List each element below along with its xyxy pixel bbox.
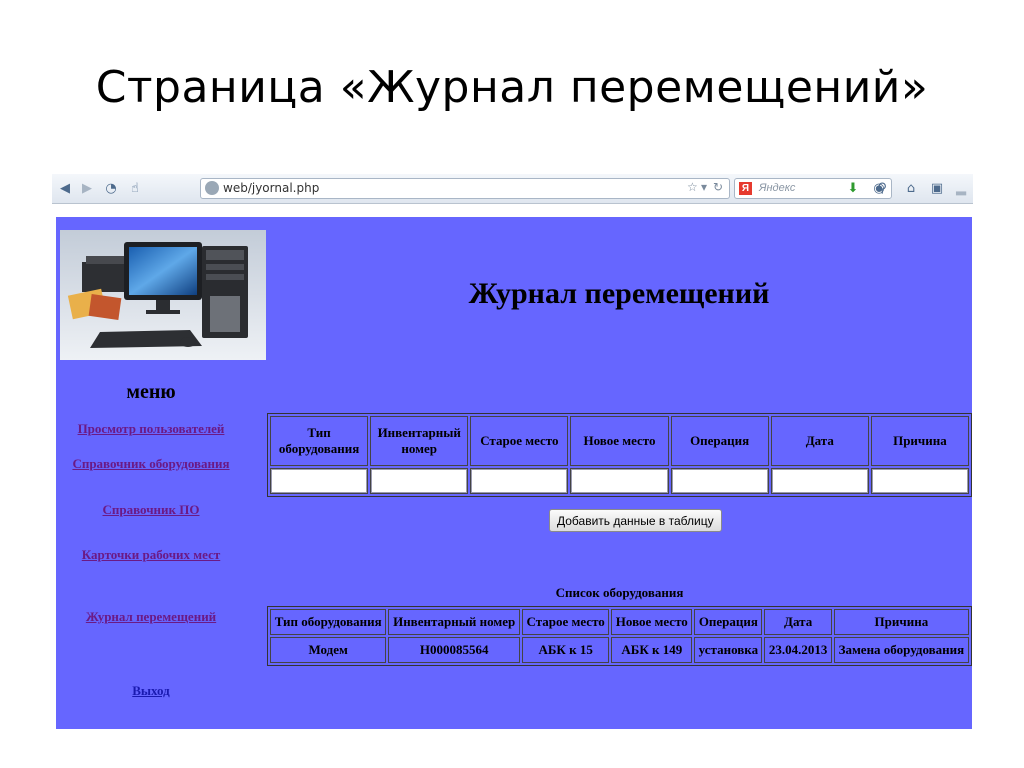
address-bar[interactable]: web/jyornal.php ☆ ▾ ↻ [200,178,730,199]
menu-link-movement-log[interactable]: Журнал перемещений [56,609,246,625]
menu-title: меню [126,381,176,403]
back-icon[interactable]: ◀ [56,180,74,198]
header-reason: Причина [870,416,969,466]
search-box[interactable]: Я Яндекс ⚲ [734,178,892,199]
header-new-place: Новое место [570,416,669,466]
web-page: Журнал перемещений меню Просмотр пользов… [56,217,972,729]
reload-icon[interactable]: ↻ [713,180,723,194]
cell-old-place: АБК к 15 [522,637,610,663]
header-inventory-number: Инвентарный номер [370,416,469,466]
equipment-list-table: Тип оборудования Инвентарный номер Старо… [267,606,972,666]
add-data-button[interactable]: Добавить данные в таблицу [549,509,722,532]
list-header-old-place: Старое место [522,609,610,635]
site-favicon-icon [205,181,219,195]
entry-form-table: Тип оборудования Инвентарный номер Старо… [267,413,972,497]
cell-date: 23.04.2013 [764,637,832,663]
download-icon[interactable]: ⬇ [844,180,862,198]
list-header-equipment-type: Тип оборудования [270,609,387,635]
table-row: Модем H000085564 АБК к 15 АБК к 149 уста… [270,637,969,663]
list-header-reason: Причина [833,609,969,635]
list-header-inventory-number: Инвентарный номер [388,609,520,635]
browser-toolbar: ◀ ▶ ◔ ☝ web/jyornal.php ☆ ▾ ↻ Я Яндекс ⚲… [52,174,973,204]
reason-input[interactable] [871,469,968,493]
yandex-icon[interactable]: Я [739,182,752,195]
old-place-input[interactable] [471,469,568,493]
equipment-list-caption: Список оборудования [555,585,684,600]
list-header-operation: Операция [694,609,763,635]
equipment-type-input[interactable] [271,469,368,493]
new-place-input[interactable] [571,469,668,493]
header-equipment-type: Тип оборудования [270,416,369,466]
menu-link-users[interactable]: Просмотр пользователей [56,421,246,437]
cell-reason: Замена оборудования [833,637,969,663]
cell-new-place: АБК к 149 [611,637,693,663]
cell-inventory-number: H000085564 [388,637,520,663]
cell-operation: установка [694,637,763,663]
header-old-place: Старое место [470,416,569,466]
entry-input-row [270,468,969,494]
list-header-new-place: Новое место [611,609,693,635]
computer-equipment-image [60,230,266,360]
dropdown-icon[interactable]: ▾ [701,180,707,194]
page-heading: Журнал перемещений [468,277,770,310]
menu-link-equipment-directory[interactable]: Справочник оборудования [56,456,246,472]
inventory-number-input[interactable] [371,469,468,493]
cell-equipment-type: Модем [270,637,387,663]
history-icon[interactable]: ◔ [102,180,120,198]
menu-link-logout[interactable]: Выход [56,683,246,699]
hand-icon[interactable]: ☝ [126,180,144,198]
operation-input[interactable] [671,469,768,493]
header-operation: Операция [670,416,769,466]
forward-icon[interactable]: ▶ [78,180,96,198]
list-header-row: Тип оборудования Инвентарный номер Старо… [270,609,969,635]
list-header-date: Дата [764,609,832,635]
slide-title: Страница «Журнал перемещений» [95,62,929,113]
bookmark-star-icon[interactable]: ☆ [687,180,698,194]
menu-link-workplace-cards[interactable]: Карточки рабочих мест [56,547,246,563]
menu-link-software-directory[interactable]: Справочник ПО [56,502,246,518]
signal-icon: ▂ [956,181,966,196]
menu-icon[interactable]: ▣ [928,180,946,198]
home-icon[interactable]: ⌂ [902,180,920,198]
search-placeholder: Яндекс [759,182,796,194]
addon-icon[interactable]: ◉ [870,180,888,198]
address-text[interactable]: web/jyornal.php [223,181,319,195]
header-date: Дата [770,416,869,466]
date-input[interactable] [771,469,868,493]
entry-header-row: Тип оборудования Инвентарный номер Старо… [270,416,969,466]
